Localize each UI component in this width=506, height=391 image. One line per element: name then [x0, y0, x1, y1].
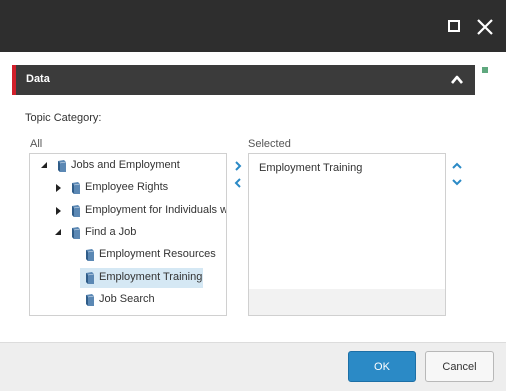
category-icon — [72, 182, 81, 195]
maximize-icon — [448, 20, 460, 32]
category-icon — [72, 226, 81, 239]
ok-button[interactable]: OK — [348, 351, 416, 382]
tree-item-label: Find a Job — [85, 225, 137, 238]
tree-item[interactable]: Employment Resources — [30, 245, 226, 265]
category-icon — [86, 249, 95, 262]
chevron-up-icon — [452, 162, 462, 169]
data-section-header[interactable]: Data — [12, 65, 475, 95]
chevron-down-icon — [452, 179, 462, 186]
tree-item[interactable]: Job Search — [30, 290, 226, 310]
maximize-button[interactable] — [443, 14, 465, 38]
selected-list-label: Selected — [248, 138, 291, 150]
window-titlebar — [0, 0, 506, 52]
cancel-button[interactable]: Cancel — [425, 351, 494, 382]
category-icon — [86, 271, 95, 284]
dialog-footer: OK Cancel — [0, 342, 506, 391]
move-down-button[interactable] — [451, 176, 463, 188]
category-icon — [86, 293, 95, 306]
expanded-triangle-icon[interactable] — [40, 161, 50, 171]
status-indicator — [482, 67, 488, 73]
tree-item[interactable]: Find a Job — [30, 223, 226, 243]
add-to-selected-button[interactable] — [232, 160, 244, 172]
tree-item-label: Job Search — [99, 292, 155, 305]
chevron-left-icon — [234, 178, 241, 188]
category-icon — [72, 204, 81, 217]
topic-category-label: Topic Category: — [25, 112, 102, 124]
collapsed-triangle-icon[interactable] — [54, 183, 64, 193]
category-icon — [84, 314, 96, 316]
expanded-triangle-icon[interactable] — [54, 228, 64, 238]
tree-item[interactable]: Jobs and Employment — [30, 156, 226, 176]
move-up-button[interactable] — [451, 160, 463, 172]
selected-topics-list[interactable]: Employment Training — [248, 153, 446, 316]
tree-item-label: Employment Resources — [99, 248, 216, 261]
close-icon — [477, 19, 493, 35]
section-title: Data — [26, 73, 50, 85]
selected-item[interactable]: Employment Training — [259, 162, 362, 174]
tree-item-label: Employment Training — [99, 270, 203, 283]
tree-item-label: Employee Rights — [85, 181, 169, 194]
chevron-right-icon — [235, 161, 242, 171]
tree-item[interactable]: Employment Training — [30, 267, 226, 288]
tree-item-label: Employment for Individuals with Disabili… — [85, 203, 226, 216]
all-list-label: All — [30, 138, 43, 150]
all-topics-tree[interactable]: Jobs and Employment Employee Rights Employ… — [29, 153, 227, 316]
tree-item-label: Jobs and Employment — [71, 159, 180, 171]
tree-item[interactable]: Employee Rights — [30, 178, 226, 198]
dialog-body: Data Topic Category: All Selected Jobs a… — [0, 52, 506, 342]
close-button[interactable] — [474, 14, 496, 38]
category-icon — [58, 160, 67, 172]
list-empty-area — [249, 289, 445, 315]
tree-item[interactable]: Employment for Individuals with Disabili… — [30, 201, 226, 221]
remove-from-selected-button[interactable] — [232, 177, 244, 189]
collapse-button[interactable] — [449, 72, 465, 88]
chevron-up-icon — [451, 75, 463, 84]
collapsed-triangle-icon[interactable] — [54, 206, 64, 216]
